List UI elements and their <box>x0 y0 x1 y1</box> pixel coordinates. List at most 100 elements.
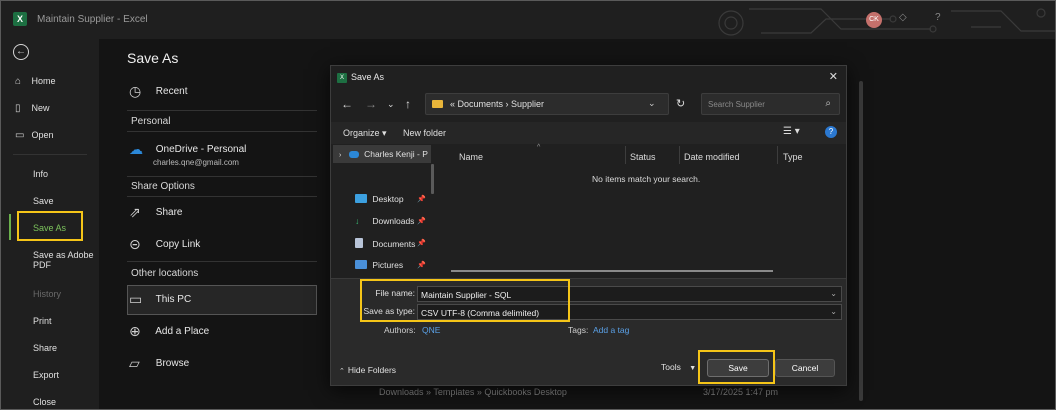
user-avatar[interactable]: CK <box>866 12 882 28</box>
new-folder-button[interactable]: New folder <box>403 128 446 138</box>
address-bar[interactable]: « Documents › Supplier ⌄ <box>425 93 669 115</box>
backstage-scrollbar[interactable] <box>859 81 863 401</box>
nav-pane-user[interactable]: › Charles Kenji - P <box>339 149 428 159</box>
tools-button[interactable]: Tools ▼ <box>661 362 696 372</box>
nav-pane-user-label: Charles Kenji - P <box>364 149 428 159</box>
pin-icon: 📌 <box>417 262 426 269</box>
pin-icon: 📌 <box>417 240 426 247</box>
column-divider[interactable] <box>679 146 680 164</box>
back-arrow-icon[interactable]: ← <box>341 97 353 111</box>
search-placeholder: Search Supplier <box>708 100 765 109</box>
folder-icon <box>432 100 443 108</box>
nav-divider <box>13 154 87 155</box>
nav-share[interactable]: Share <box>33 343 57 353</box>
column-type[interactable]: Type <box>783 152 803 162</box>
chevron-up-icon: ⌃ <box>339 368 345 375</box>
authors-value[interactable]: QNE <box>422 325 440 335</box>
cancel-button[interactable]: Cancel <box>775 359 835 377</box>
chevron-down-icon[interactable]: ⌄ <box>830 307 837 316</box>
up-arrow-icon[interactable]: ↑ <box>405 97 411 111</box>
nav-export[interactable]: Export <box>33 370 59 380</box>
cloud-icon: ☁ <box>129 141 143 157</box>
nav-save[interactable]: Save <box>33 196 54 206</box>
save-as-highlight <box>17 211 83 241</box>
section-divider <box>127 131 317 132</box>
desktop-icon <box>355 194 367 203</box>
pin-icon: 📌 <box>417 196 426 203</box>
save-options-pane: File name: Maintain Supplier - SQL ⌄ Sav… <box>331 278 846 385</box>
cloud-icon <box>348 151 359 158</box>
help-icon[interactable]: ? <box>825 126 837 138</box>
nav-close[interactable]: Close <box>33 397 56 407</box>
clock-icon: ◷ <box>129 83 142 99</box>
hide-folders-label: Hide Folders <box>347 365 397 375</box>
location-share[interactable]: ⇗ Share <box>129 204 182 221</box>
dialog-title: Save As <box>351 72 385 82</box>
refresh-icon[interactable]: ↻ <box>676 97 685 110</box>
excel-logo-icon: X <box>337 73 347 83</box>
hide-folders-button[interactable]: ⌃ Hide Folders <box>339 365 396 375</box>
copy-link-label: Copy Link <box>155 239 201 251</box>
nav-info[interactable]: Info <box>33 169 48 179</box>
share-icon: ⇗ <box>129 204 141 220</box>
nav-pane-pictures[interactable]: Pictures <box>355 260 403 270</box>
location-add-place[interactable]: ⊕ Add a Place <box>129 323 209 340</box>
column-date-modified[interactable]: Date modified <box>684 152 740 162</box>
page-title: Save As <box>127 50 179 66</box>
recent-file-path[interactable]: Downloads » Templates » Quickbooks Deskt… <box>379 387 567 397</box>
nav-print[interactable]: Print <box>33 316 52 326</box>
location-onedrive[interactable]: ☁ OneDrive - Personal charles.qne@gmail.… <box>129 141 246 167</box>
location-copy-link[interactable]: ⊝ Copy Link <box>129 236 200 253</box>
nav-save-adobe-pdf[interactable]: Save as Adobe PDF <box>33 250 94 270</box>
save-button-highlight <box>698 350 775 384</box>
location-this-pc[interactable]: ▭ This PC <box>129 291 191 308</box>
help-icon[interactable]: ? <box>935 12 941 23</box>
column-divider[interactable] <box>625 146 626 164</box>
nav-new[interactable]: ▯ New <box>15 103 50 114</box>
chevron-down-icon[interactable]: ⌄ <box>830 289 837 298</box>
column-divider[interactable] <box>777 146 778 164</box>
column-name[interactable]: Name <box>459 152 483 162</box>
section-share-options: Share Options <box>131 181 195 192</box>
breadcrumb[interactable]: « Documents › Supplier <box>450 99 544 109</box>
tags-input[interactable]: Add a tag <box>593 325 629 335</box>
nav-save-adobe-label-2: PDF <box>33 260 51 270</box>
column-status[interactable]: Status <box>630 152 656 162</box>
nav-pane-desktop[interactable]: Desktop <box>355 194 404 204</box>
nav-pane-downloads[interactable]: ↓ Downloads <box>355 216 414 226</box>
chevron-down-icon[interactable]: ⌄ <box>387 99 395 110</box>
search-icon: ⌕ <box>825 98 831 109</box>
open-folder-icon: ▭ <box>15 130 25 141</box>
pin-icon: 📌 <box>417 218 426 225</box>
link-icon: ⊝ <box>129 236 141 252</box>
home-icon: ⌂ <box>15 76 22 87</box>
chevron-down-icon[interactable]: ⌄ <box>648 98 656 109</box>
view-options-icon[interactable]: ☰ ▾ <box>783 126 800 137</box>
empty-results-message: No items match your search. <box>592 174 701 184</box>
nav-pane-scrollbar[interactable] <box>431 164 434 194</box>
share-label: Share <box>155 207 183 219</box>
download-icon: ↓ <box>355 216 360 226</box>
nav-pane-documents[interactable]: Documents <box>355 238 415 249</box>
organize-button[interactable]: Organize ▾ <box>343 128 387 139</box>
caret-down-icon: ▼ <box>689 365 697 372</box>
tools-label: Tools <box>661 362 681 372</box>
nav-pane-documents-label: Documents <box>372 239 416 249</box>
tags-label: Tags: <box>568 325 589 335</box>
nav-pane-pictures-label: Pictures <box>372 260 404 270</box>
authors-label: Authors: <box>384 325 416 335</box>
search-input[interactable]: Search Supplier ⌕ <box>701 93 840 115</box>
diamond-icon[interactable]: ◇ <box>899 12 907 23</box>
forward-arrow-icon[interactable]: → <box>365 97 377 111</box>
browse-label: Browse <box>155 358 190 370</box>
back-arrow-icon[interactable]: ← <box>13 44 29 60</box>
location-browse[interactable]: ▱ Browse <box>129 355 189 372</box>
horizontal-scrollbar[interactable] <box>451 270 773 272</box>
nav-home[interactable]: ⌂ Home <box>15 76 56 87</box>
close-icon[interactable]: ✕ <box>829 70 838 83</box>
save-as-dialog: X Save As ✕ ← → ⌄ ↑ « Documents › Suppli… <box>330 65 847 386</box>
window-title: Maintain Supplier - Excel <box>37 14 148 25</box>
location-recent[interactable]: ◷ Recent <box>129 83 187 100</box>
title-bar: X Maintain Supplier - Excel CK ◇ ? <box>1 1 1055 39</box>
nav-open[interactable]: ▭ Open <box>15 130 54 141</box>
